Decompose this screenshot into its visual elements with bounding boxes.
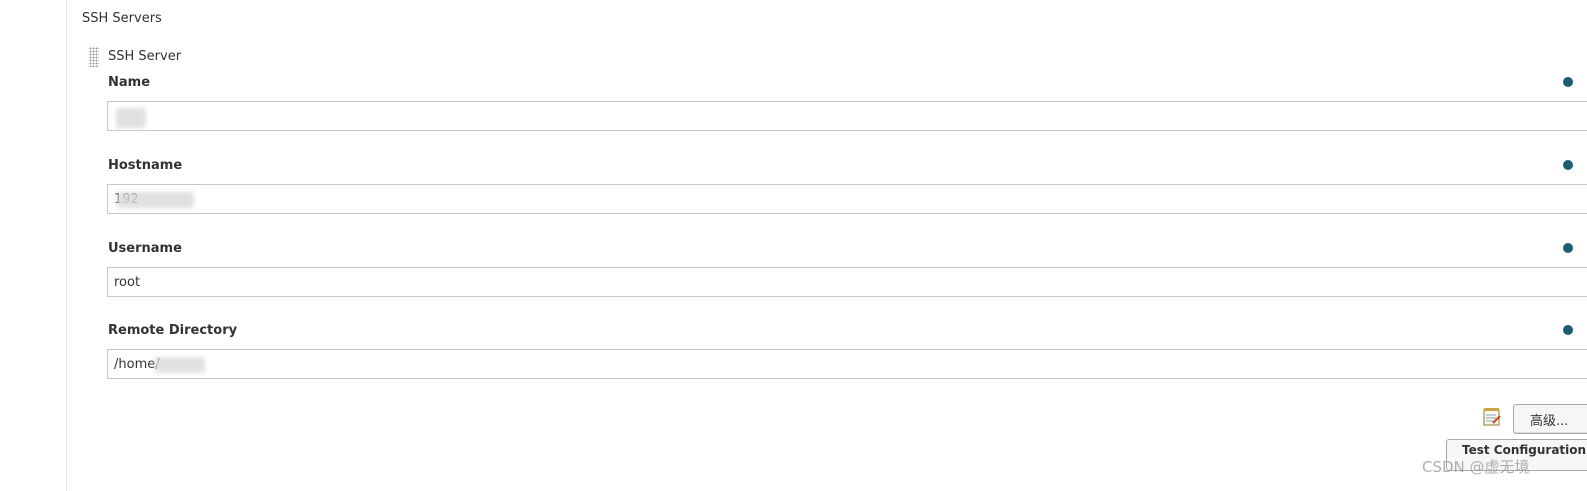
help-icon[interactable]: [1563, 325, 1573, 335]
username-input[interactable]: [107, 267, 1587, 297]
advanced-button[interactable]: 高级...: [1513, 404, 1587, 434]
name-input[interactable]: [107, 101, 1587, 131]
redaction-blur: [117, 192, 194, 208]
remote-directory-input[interactable]: [107, 349, 1587, 379]
drag-handle-icon[interactable]: [89, 47, 99, 67]
redaction-blur: [155, 357, 205, 373]
section-title: SSH Servers: [82, 11, 162, 26]
section-divider: [66, 0, 67, 491]
help-icon[interactable]: [1563, 77, 1573, 87]
remote-directory-label: Remote Directory: [108, 323, 238, 338]
hostname-label: Hostname: [108, 158, 183, 173]
username-label: Username: [108, 241, 182, 256]
name-label: Name: [108, 75, 151, 90]
help-icon[interactable]: [1563, 160, 1573, 170]
notepad-icon[interactable]: [1482, 407, 1502, 427]
watermark: CSDN @虚无境: [1422, 458, 1530, 476]
hostname-input[interactable]: [107, 184, 1587, 214]
ssh-servers-config: SSH Servers SSH Server Name Hostname Use…: [0, 0, 1587, 491]
help-icon[interactable]: [1563, 243, 1573, 253]
redaction-blur: [116, 108, 146, 128]
server-item-header: SSH Server: [108, 49, 182, 64]
